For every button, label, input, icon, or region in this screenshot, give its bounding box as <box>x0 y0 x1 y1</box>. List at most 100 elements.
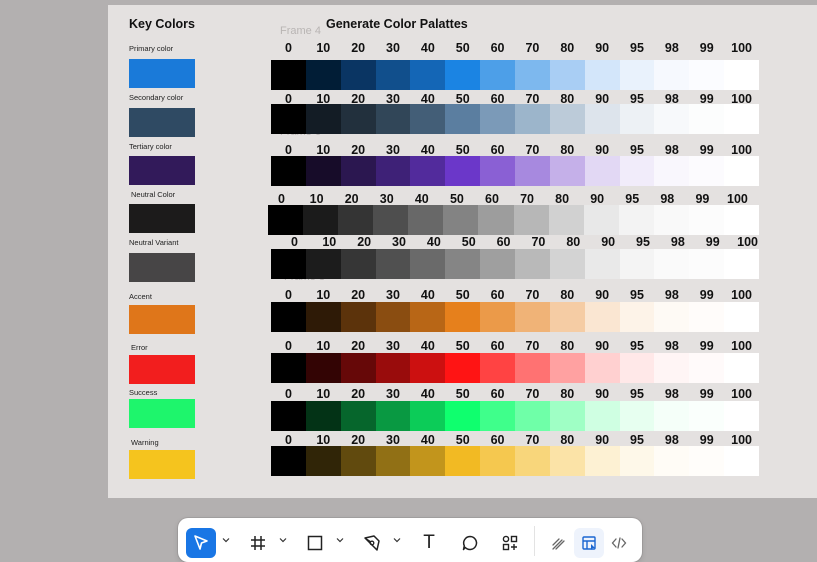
key-color-swatch[interactable] <box>129 108 195 137</box>
palette-swatch[interactable] <box>549 353 585 383</box>
palette-swatch[interactable] <box>724 156 760 186</box>
palette-swatch[interactable] <box>480 446 516 476</box>
palette-swatch[interactable] <box>724 401 760 431</box>
palette-swatch[interactable] <box>515 104 550 134</box>
palette-swatch[interactable] <box>305 446 341 476</box>
palette-swatch[interactable] <box>373 205 409 235</box>
palette-swatch[interactable] <box>480 104 516 134</box>
palette-swatch[interactable] <box>445 302 481 332</box>
palette-swatch[interactable] <box>271 353 306 383</box>
key-color-swatch[interactable] <box>129 204 195 233</box>
palette-swatch[interactable] <box>410 60 446 90</box>
palette-swatch[interactable] <box>305 302 341 332</box>
palette-swatch[interactable] <box>445 156 481 186</box>
palette-swatch[interactable] <box>724 60 760 90</box>
palette-swatch[interactable] <box>305 104 341 134</box>
palette-swatch[interactable] <box>515 60 550 90</box>
palette-swatch[interactable] <box>654 302 690 332</box>
palette-swatch[interactable] <box>375 446 411 476</box>
palette-strip-warning[interactable] <box>271 446 760 476</box>
palette-swatch[interactable] <box>689 353 725 383</box>
palette-strip-success[interactable] <box>271 401 760 431</box>
palette-swatch[interactable] <box>410 104 446 134</box>
color-palette-frame[interactable]: Frame 4 Frame 6 Frame 8 Key Colors Gener… <box>108 5 817 498</box>
chevron-down-icon[interactable] <box>279 536 287 544</box>
palette-swatch[interactable] <box>305 60 341 90</box>
palette-swatch[interactable] <box>480 302 516 332</box>
palette-swatch[interactable] <box>619 249 655 279</box>
palette-swatch[interactable] <box>549 401 585 431</box>
palette-swatch[interactable] <box>340 401 376 431</box>
palette-swatch[interactable] <box>271 446 306 476</box>
palette-swatch[interactable] <box>271 104 306 134</box>
palette-swatch[interactable] <box>584 353 620 383</box>
palette-swatch[interactable] <box>549 446 585 476</box>
palette-swatch[interactable] <box>480 401 516 431</box>
palette-swatch[interactable] <box>619 353 655 383</box>
palette-swatch[interactable] <box>303 205 339 235</box>
palette-swatch[interactable] <box>375 156 411 186</box>
palette-swatch[interactable] <box>375 104 411 134</box>
palette-swatch[interactable] <box>515 249 550 279</box>
palette-swatch[interactable] <box>340 60 376 90</box>
palette-swatch[interactable] <box>305 401 341 431</box>
key-color-swatch[interactable] <box>129 59 195 88</box>
palette-swatch[interactable] <box>375 60 411 90</box>
palette-swatch[interactable] <box>375 401 411 431</box>
palette-swatch[interactable] <box>271 60 306 90</box>
palette-strip-error[interactable] <box>271 353 760 383</box>
palette-swatch[interactable] <box>549 156 585 186</box>
palette-swatch[interactable] <box>618 205 654 235</box>
palette-swatch[interactable] <box>654 60 690 90</box>
palette-swatch[interactable] <box>515 446 550 476</box>
palette-swatch[interactable] <box>375 302 411 332</box>
palette-swatch[interactable] <box>654 156 690 186</box>
palette-swatch[interactable] <box>689 104 725 134</box>
palette-swatch[interactable] <box>515 156 550 186</box>
draw-mode-button[interactable] <box>544 528 574 558</box>
palette-swatch[interactable] <box>724 205 760 235</box>
palette-swatch[interactable] <box>410 249 446 279</box>
chevron-down-icon[interactable] <box>222 536 230 544</box>
palette-swatch[interactable] <box>724 104 760 134</box>
palette-swatch[interactable] <box>340 353 376 383</box>
key-color-swatch[interactable] <box>129 355 195 384</box>
palette-swatch[interactable] <box>619 446 655 476</box>
palette-swatch[interactable] <box>584 446 620 476</box>
palette-swatch[interactable] <box>689 302 725 332</box>
palette-swatch[interactable] <box>689 249 725 279</box>
palette-swatch[interactable] <box>305 249 341 279</box>
palette-swatch[interactable] <box>410 353 446 383</box>
palette-swatch[interactable] <box>584 401 620 431</box>
palette-strip-neutral-variant[interactable] <box>271 249 760 279</box>
palette-swatch[interactable] <box>549 104 585 134</box>
chevron-down-icon[interactable] <box>336 536 344 544</box>
palette-swatch[interactable] <box>654 353 690 383</box>
palette-swatch[interactable] <box>340 302 376 332</box>
palette-swatch[interactable] <box>268 205 304 235</box>
palette-swatch[interactable] <box>443 205 479 235</box>
palette-swatch[interactable] <box>271 156 306 186</box>
palette-swatch[interactable] <box>305 156 341 186</box>
palette-swatch[interactable] <box>724 353 760 383</box>
palette-swatch[interactable] <box>340 156 376 186</box>
palette-swatch[interactable] <box>584 302 620 332</box>
palette-swatch[interactable] <box>445 446 481 476</box>
palette-swatch[interactable] <box>338 205 374 235</box>
chevron-down-icon[interactable] <box>393 536 401 544</box>
palette-swatch[interactable] <box>410 156 446 186</box>
palette-swatch[interactable] <box>584 249 620 279</box>
palette-swatch[interactable] <box>515 401 550 431</box>
palette-swatch[interactable] <box>513 205 549 235</box>
palette-strip-primary[interactable] <box>271 60 760 90</box>
palette-swatch[interactable] <box>724 302 760 332</box>
palette-swatch[interactable] <box>340 446 376 476</box>
palette-strip-secondary[interactable] <box>271 104 760 134</box>
pen-tool-button[interactable] <box>357 528 387 558</box>
design-mode-button[interactable] <box>574 528 604 558</box>
palette-swatch[interactable] <box>445 353 481 383</box>
palette-swatch[interactable] <box>549 249 585 279</box>
palette-swatch[interactable] <box>410 302 446 332</box>
palette-swatch[interactable] <box>271 401 306 431</box>
palette-swatch[interactable] <box>408 205 444 235</box>
